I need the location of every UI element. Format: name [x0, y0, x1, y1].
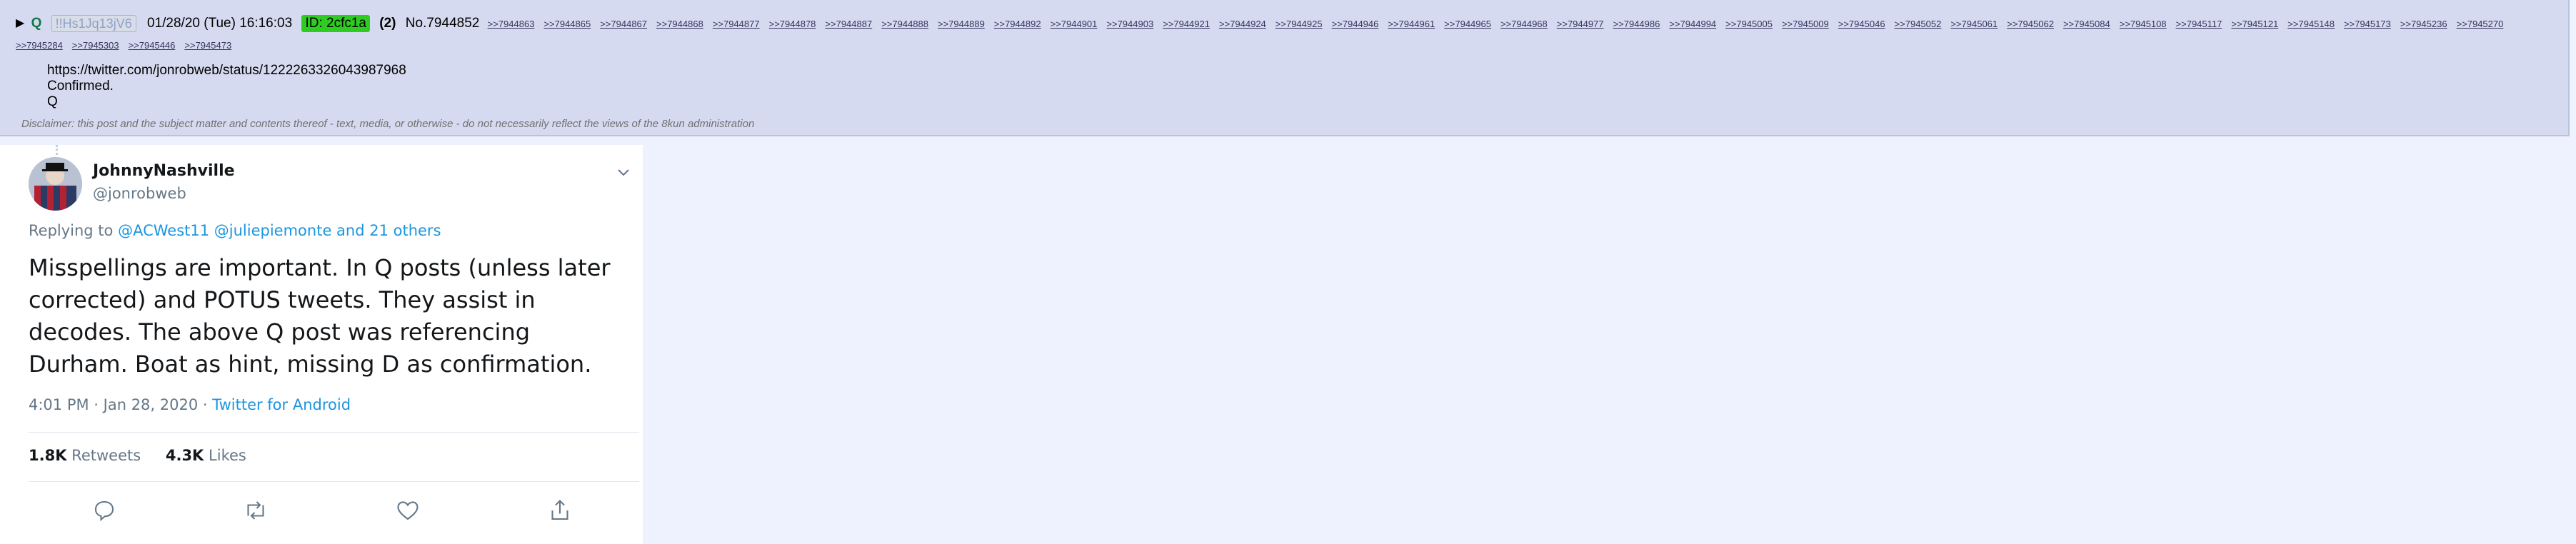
display-name[interactable]: JohnnyNashville [93, 162, 235, 180]
tweet-stats: 1.8K Retweets 4.3K Likes [29, 447, 266, 464]
post-body: https://twitter.com/jonrobweb/status/122… [47, 63, 406, 110]
backlink[interactable]: >>7945446 [129, 37, 176, 54]
backlink[interactable]: >>7944965 [1444, 16, 1491, 33]
retweets-count: 1.8K [29, 447, 67, 464]
likes-label: Likes [209, 447, 246, 464]
backlink[interactable]: >>7945108 [2120, 16, 2167, 33]
backlink[interactable]: >>7945062 [2007, 16, 2054, 33]
divider [29, 481, 639, 482]
poster-name: Q [31, 16, 42, 31]
backlink[interactable]: >>7944878 [769, 16, 816, 33]
user-handle[interactable]: @jonrobweb [93, 185, 186, 202]
collapse-arrow-icon[interactable]: ▶ [16, 17, 24, 29]
backlink[interactable]: >>7944888 [881, 16, 928, 33]
backlink[interactable]: >>7944867 [600, 16, 647, 33]
backlink[interactable]: >>7945005 [1725, 16, 1773, 33]
backlink[interactable]: >>7945117 [2176, 16, 2222, 33]
thread-line [56, 145, 61, 155]
backlink[interactable]: >>7945046 [1838, 16, 1885, 33]
backlink[interactable]: >>7945473 [184, 37, 231, 54]
backlink[interactable]: >>7944868 [656, 16, 703, 33]
backlink[interactable]: >>7944889 [938, 16, 985, 33]
replying-to-label: Replying to [29, 222, 114, 239]
post-signature: Q [47, 94, 58, 109]
post-number[interactable]: No.7944852 [406, 16, 480, 31]
backlink[interactable]: >>7944925 [1276, 16, 1323, 33]
tweet-source[interactable]: Twitter for Android [212, 396, 351, 413]
backlink[interactable]: >>7945270 [2457, 16, 2504, 33]
likes-count: 4.3K [165, 447, 204, 464]
post-datetime: 01/28/20 (Tue) 16:16:03 [147, 16, 293, 31]
backlink[interactable]: >>7945084 [2063, 16, 2110, 33]
backlink[interactable]: >>7944903 [1106, 16, 1153, 33]
retweets-label: Retweets [71, 447, 141, 464]
tweet-meta: 4:01 PM · Jan 28, 2020 · Twitter for And… [29, 396, 351, 413]
backlink[interactable]: >>7945236 [2400, 16, 2447, 33]
like-icon[interactable] [395, 498, 421, 523]
replying-to-targets[interactable]: @ACWest11 @juliepiemonte and 21 others [118, 222, 441, 239]
backlink[interactable]: >>7945121 [2231, 16, 2278, 33]
backlink[interactable]: >>7944887 [825, 16, 872, 33]
post-header: ▶ Q !!Hs1Jq13jV6 01/28/20 (Tue) 16:16:03… [16, 13, 2565, 56]
post-body-line: Confirmed. [47, 79, 114, 94]
backlink[interactable]: >>7944968 [1500, 16, 1548, 33]
backlink[interactable]: >>7944877 [713, 16, 760, 33]
backlink[interactable]: >>7944986 [1613, 16, 1660, 33]
backlink[interactable]: >>7945052 [1895, 16, 1942, 33]
backlink[interactable]: >>7944924 [1219, 16, 1266, 33]
backlink[interactable]: >>7945303 [72, 37, 119, 54]
backlink[interactable]: >>7945061 [1950, 16, 1998, 33]
backlink[interactable]: >>7944994 [1669, 16, 1716, 33]
divider [29, 432, 639, 433]
tweet-timestamp[interactable]: 4:01 PM · Jan 28, 2020 · [29, 396, 212, 413]
backlink[interactable]: >>7944921 [1163, 16, 1210, 33]
retweet-icon[interactable] [243, 498, 269, 523]
share-icon[interactable] [547, 498, 573, 523]
backlink[interactable]: >>7944892 [994, 16, 1041, 33]
post-count: (2) [379, 16, 396, 31]
backlink[interactable]: >>7944901 [1051, 16, 1098, 33]
avatar[interactable] [29, 157, 82, 211]
reply-icon[interactable] [91, 498, 117, 523]
tweet-card: JohnnyNashville @jonrobweb Replying to @… [0, 145, 643, 544]
retweets-stat[interactable]: 1.8K Retweets [29, 447, 141, 464]
backlink[interactable]: >>7945173 [2344, 16, 2391, 33]
chevron-down-icon[interactable] [614, 163, 633, 182]
backlink[interactable]: >>7944865 [543, 16, 591, 33]
backlink[interactable]: >>7944977 [1557, 16, 1604, 33]
poster-id-badge[interactable]: ID: 2cfc1a [301, 15, 370, 32]
backlink[interactable]: >>7945284 [16, 37, 63, 54]
backlink[interactable]: >>7945009 [1782, 16, 1829, 33]
post-link[interactable]: https://twitter.com/jonrobweb/status/122… [47, 63, 406, 79]
backlink[interactable]: >>7944946 [1332, 16, 1379, 33]
disclaimer: Disclaimer: this post and the subject ma… [21, 118, 755, 130]
tripcode: !!Hs1Jq13jV6 [51, 15, 136, 32]
backlink[interactable]: >>7945148 [2287, 16, 2335, 33]
backlink[interactable]: >>7944863 [488, 16, 535, 33]
likes-stat[interactable]: 4.3K Likes [166, 447, 246, 464]
imageboard-post: ▶ Q !!Hs1Jq13jV6 01/28/20 (Tue) 16:16:03… [0, 0, 2570, 136]
tweet-text: Misspellings are important. In Q posts (… [29, 254, 611, 378]
backlink[interactable]: >>7944961 [1388, 16, 1435, 33]
replying-to: Replying to @ACWest11 @juliepiemonte and… [29, 222, 441, 239]
